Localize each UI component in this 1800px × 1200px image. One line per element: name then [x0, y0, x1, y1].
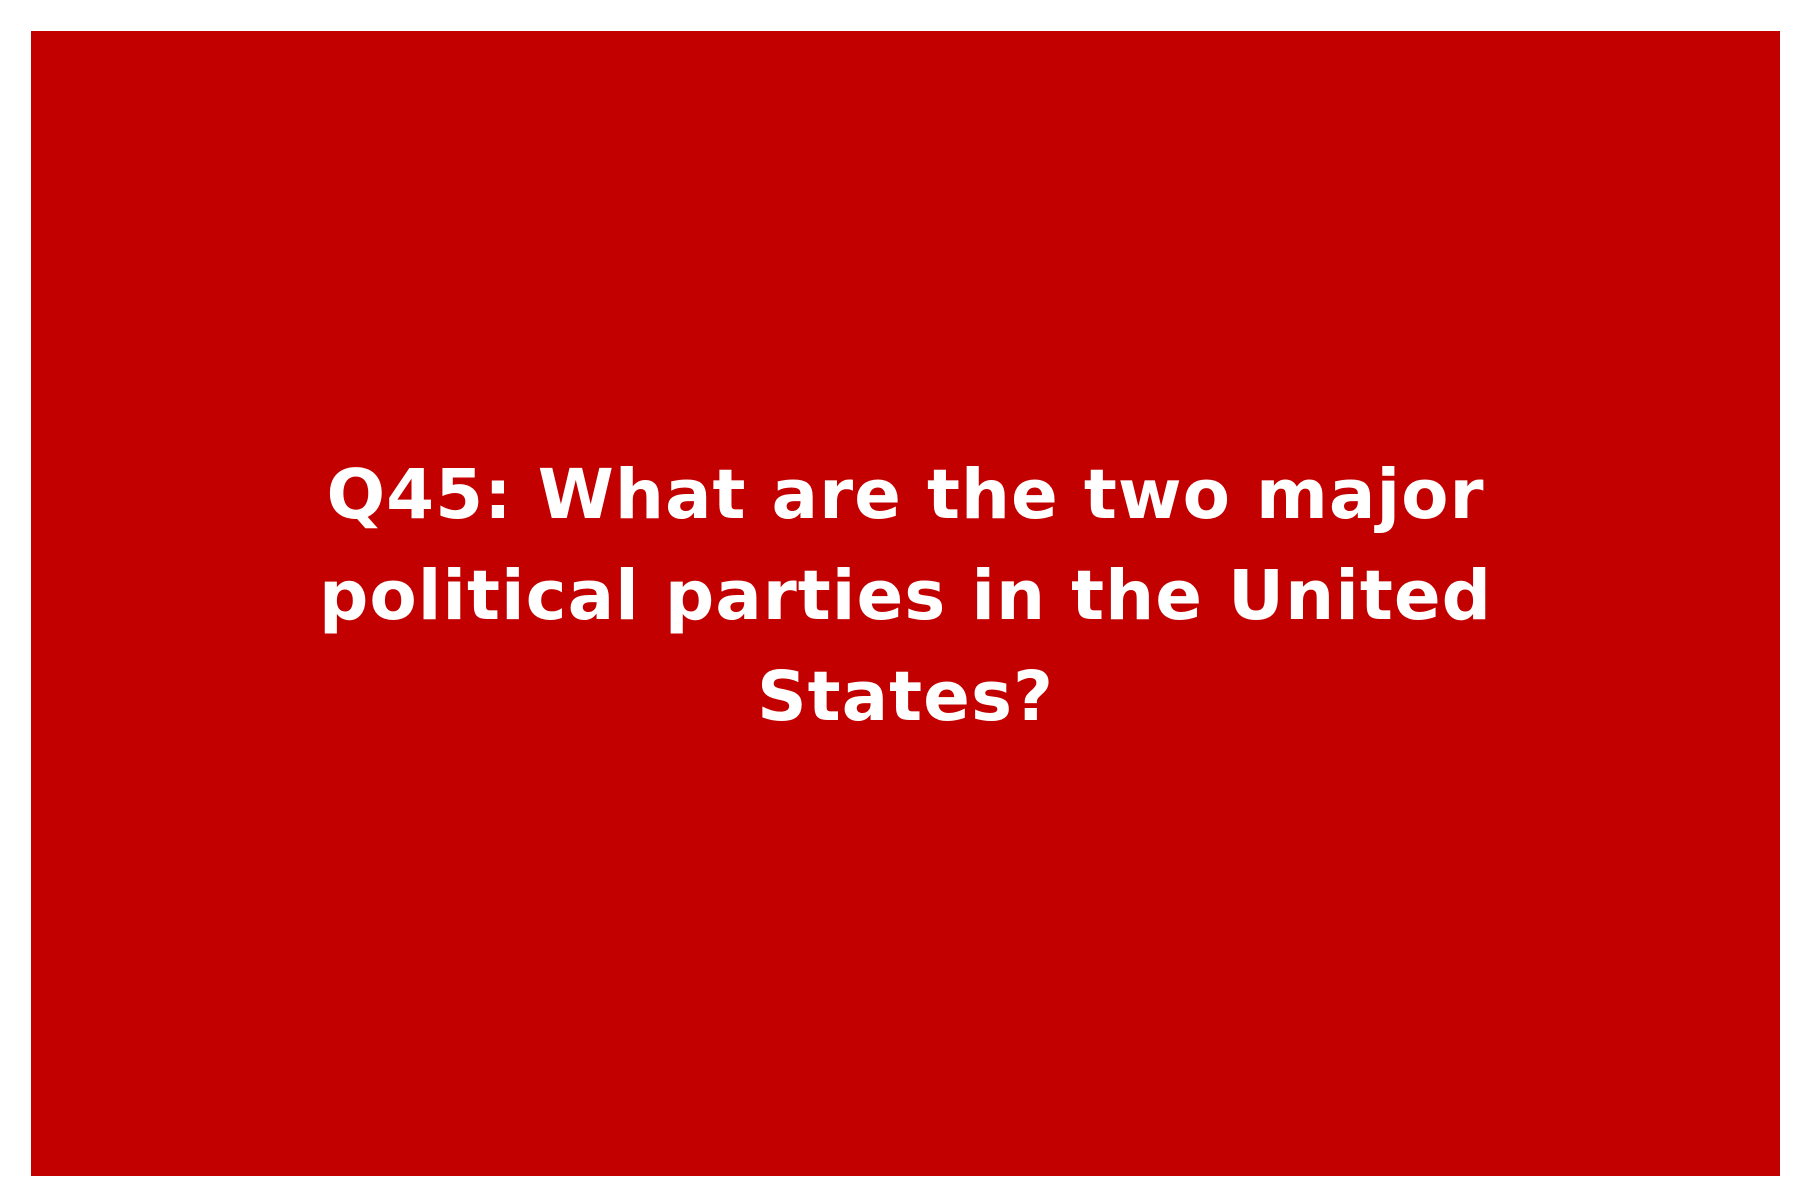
flashcard: Q45: What are the two major political pa…: [31, 31, 1780, 1176]
question-text: Q45: What are the two major political pa…: [318, 455, 1493, 737]
